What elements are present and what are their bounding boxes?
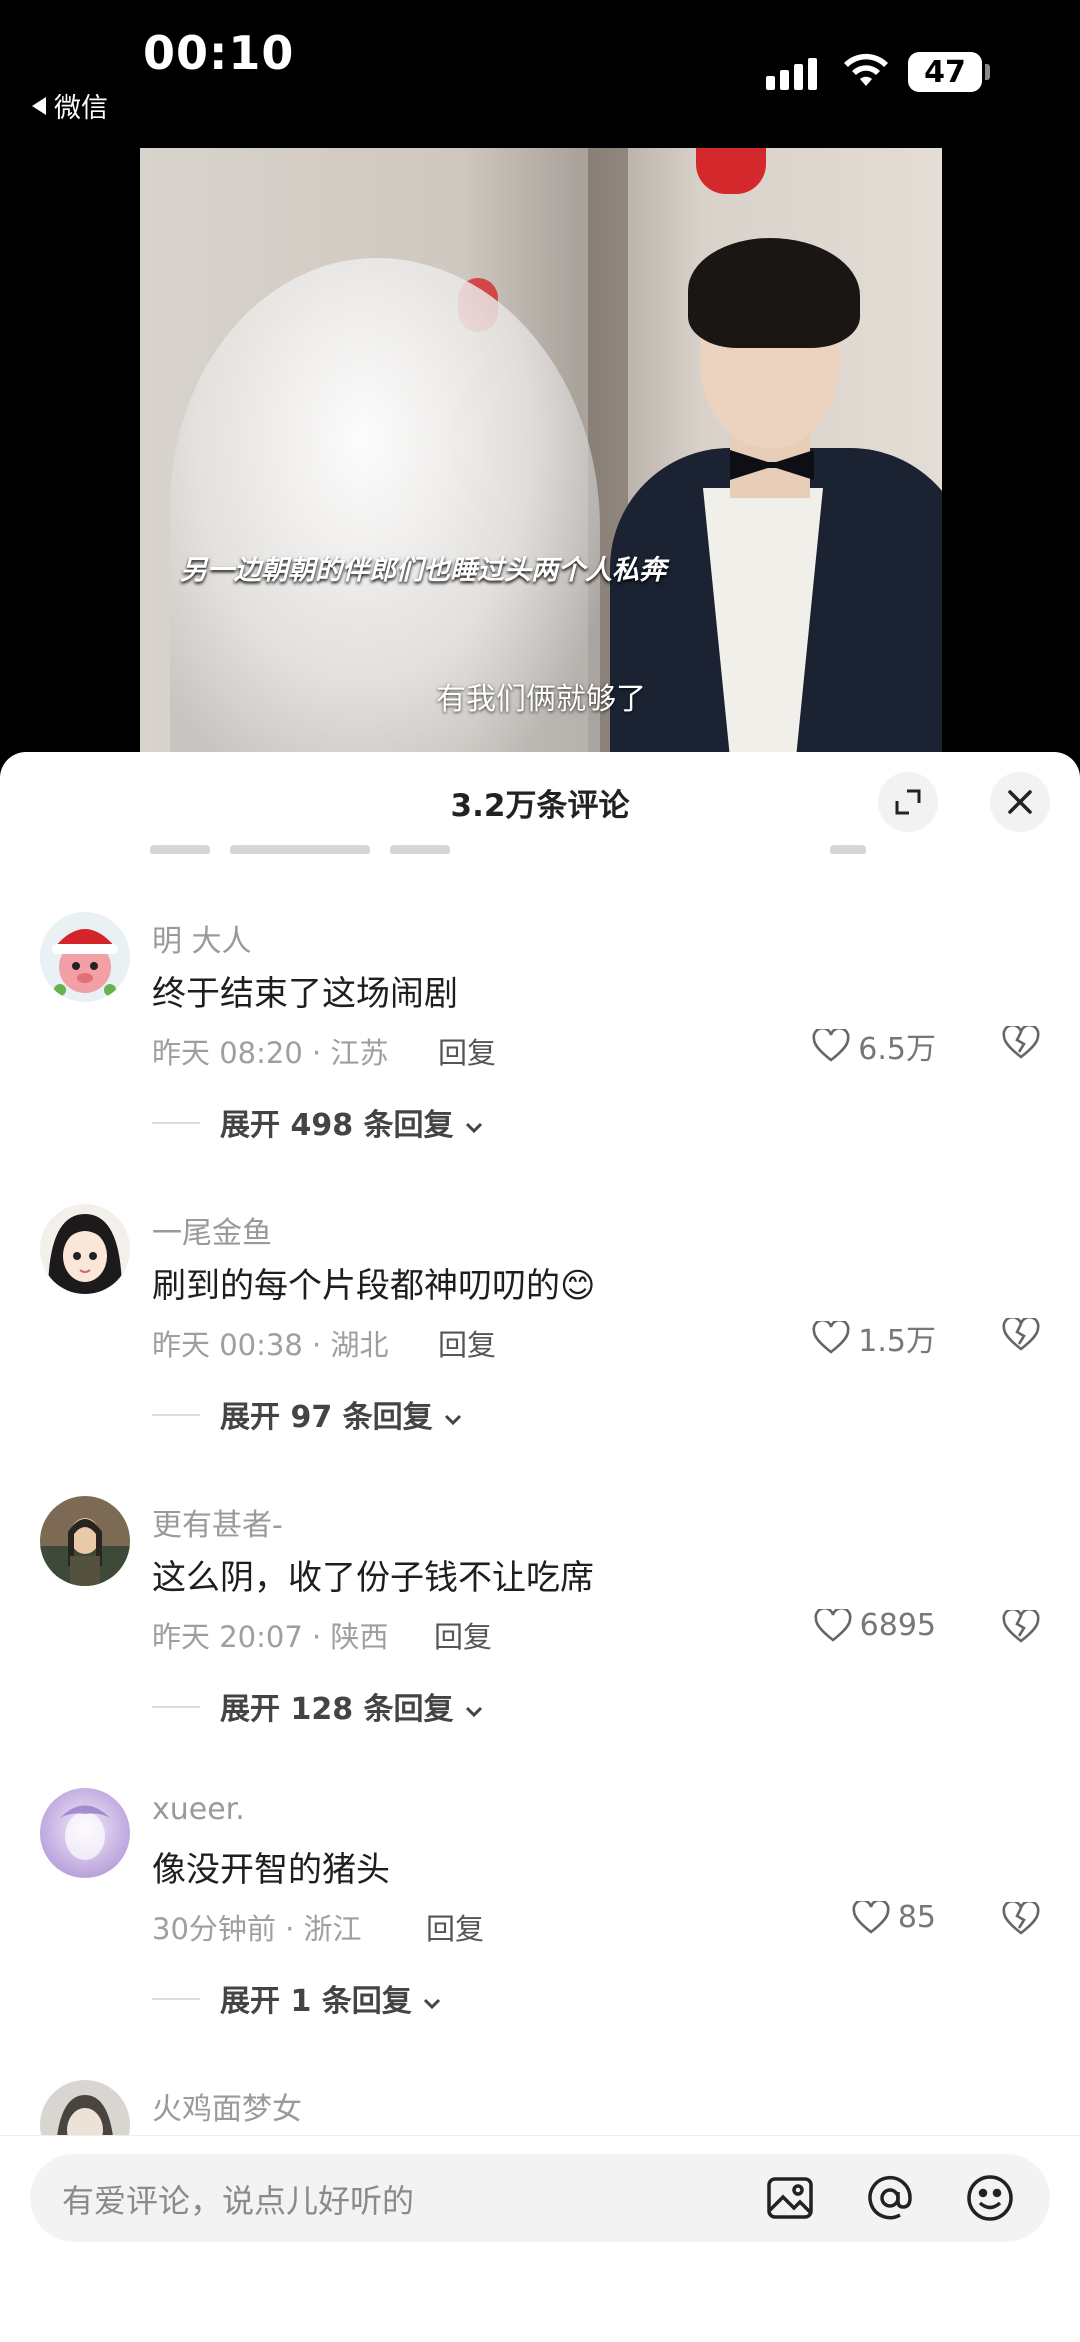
like-button[interactable]: 85 <box>852 1900 936 1935</box>
broken-heart-icon[interactable] <box>1002 1026 1040 1060</box>
video-player[interactable]: 另一边朝朝的伴郎们也睡过头两个人私奔 有我们俩就够了 <box>140 148 942 760</box>
broken-heart-icon[interactable] <box>1002 1610 1040 1644</box>
comment-text: 刷到的每个片段都神叨叨的😊 <box>152 1266 596 1306</box>
clipped-previous-comment <box>150 840 950 854</box>
chevron-down-icon <box>445 1414 462 1426</box>
broken-heart-icon[interactable] <box>1002 1318 1040 1352</box>
like-button[interactable]: 1.5万 <box>812 1316 936 1360</box>
comment-author[interactable]: 一尾金鱼 <box>152 1208 272 1252</box>
close-button[interactable] <box>990 772 1050 832</box>
heart-icon <box>814 1608 852 1642</box>
reply-button[interactable]: 回复 <box>434 1614 492 1656</box>
status-time: 00:10 <box>143 26 295 80</box>
expand-replies-button[interactable]: 展开 1 条回复 <box>220 1976 442 2020</box>
wifi-icon <box>844 53 888 86</box>
comment-text: 像没开智的猪头 <box>152 1850 390 1890</box>
expand-replies-button[interactable]: 展开 128 条回复 <box>220 1684 484 1728</box>
comment-text: 这么阴，收了份子钱不让吃席 <box>152 1558 594 1598</box>
comment-item: 更有甚者- 这么阴，收了份子钱不让吃席 昨天 20:07 · 陕西 回复 689… <box>0 1496 1080 1786</box>
avatar[interactable] <box>40 1788 130 1878</box>
avatar[interactable] <box>40 1204 130 1294</box>
chevron-down-icon <box>424 1998 441 2010</box>
close-icon <box>1008 790 1032 814</box>
comment-meta: 30分钟前 · 浙江 <box>152 1912 362 1946</box>
heart-icon <box>812 1321 850 1354</box>
comment-author[interactable]: xueer. <box>152 1792 245 1827</box>
chevron-down-icon <box>465 1706 483 1718</box>
like-count: 6895 <box>859 1608 936 1643</box>
expand-sheet-button[interactable] <box>878 772 938 832</box>
heart-icon <box>812 1029 850 1062</box>
back-app-label: 微信 <box>54 93 108 124</box>
comment-item: 一尾金鱼 刷到的每个片段都神叨叨的😊 昨天 00:38 · 湖北 回复 1.5万… <box>0 1204 1080 1494</box>
comment-meta: 昨天 20:07 · 陕西 <box>152 1620 389 1654</box>
comment-author[interactable]: 火鸡面梦女 <box>152 2084 302 2128</box>
comment-meta: 昨天 08:20 · 江苏 <box>152 1036 389 1070</box>
avatar[interactable] <box>40 1496 130 1586</box>
battery-icon: 47 <box>908 52 982 92</box>
video-subtitle-bottom: 有我们俩就够了 <box>436 682 646 717</box>
like-count: 6.5万 <box>858 1032 936 1067</box>
comment-item: 火鸡面梦女 <box>0 2080 1080 2170</box>
back-to-app[interactable]: 微信 <box>32 86 108 125</box>
comment-text: 终于结束了这场闹剧 <box>152 974 458 1014</box>
emoji-icon[interactable] <box>964 2172 1016 2224</box>
expand-replies-button[interactable]: 展开 97 条回复 <box>220 1392 463 1436</box>
battery-level: 47 <box>924 54 966 90</box>
like-count: 1.5万 <box>858 1324 936 1359</box>
broken-heart-icon[interactable] <box>1002 1902 1040 1936</box>
avatar[interactable] <box>40 912 130 1002</box>
expand-replies-button[interactable]: 展开 498 条回复 <box>220 1100 484 1144</box>
comment-input-bar: 有爱评论，说点儿好听的 <box>0 2135 1080 2342</box>
comment-input-placeholder: 有爱评论，说点儿好听的 <box>62 2182 415 2220</box>
expand-icon <box>895 789 921 815</box>
heart-icon <box>852 1900 890 1934</box>
comment-item: 明 大人 终于结束了这场闹剧 昨天 08:20 · 江苏 回复 6.5万 展开 … <box>0 912 1080 1202</box>
back-arrow-icon <box>32 96 46 115</box>
image-icon[interactable] <box>764 2172 816 2224</box>
like-count: 85 <box>897 1900 936 1935</box>
comment-item: xueer. 像没开智的猪头 30分钟前 · 浙江 回复 85 展开 1 条回复 <box>0 1788 1080 2078</box>
reply-button[interactable]: 回复 <box>438 1030 496 1072</box>
reply-button[interactable]: 回复 <box>426 1906 484 1948</box>
comment-meta: 昨天 00:38 · 湖北 <box>152 1328 389 1362</box>
comment-author[interactable]: 更有甚者- <box>152 1500 283 1544</box>
chevron-down-icon <box>465 1122 483 1134</box>
at-icon[interactable] <box>864 2172 916 2224</box>
like-button[interactable]: 6895 <box>814 1608 936 1643</box>
video-subtitle-top: 另一边朝朝的伴郎们也睡过头两个人私奔 <box>180 555 666 586</box>
comment-author[interactable]: 明 大人 <box>152 916 252 960</box>
smile-emoji: 😊 <box>560 1266 596 1306</box>
status-bar: 00:10 微信 47 <box>0 0 1080 140</box>
like-button[interactable]: 6.5万 <box>812 1024 936 1068</box>
signal-icon <box>766 58 817 90</box>
reply-button[interactable]: 回复 <box>438 1322 496 1364</box>
comment-input[interactable]: 有爱评论，说点儿好听的 <box>30 2154 1050 2242</box>
comment-sheet: 3.2万条评论 明 大人 终于结束了这场闹剧 昨天 08:20 · 江苏 回复 … <box>0 752 1080 2341</box>
